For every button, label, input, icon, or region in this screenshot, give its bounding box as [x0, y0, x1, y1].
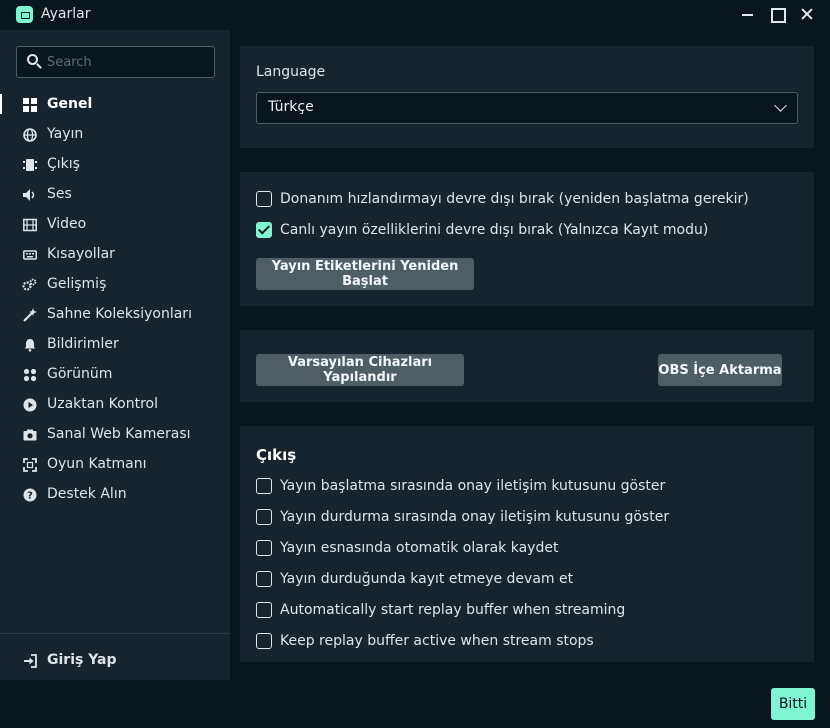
- sidebar-item-scene-collections[interactable]: Sahne Koleksiyonları: [0, 299, 230, 329]
- output-option[interactable]: Automatically start replay buffer when s…: [256, 600, 625, 620]
- language-select-value: Türkçe: [268, 99, 314, 115]
- output-option-checkbox[interactable]: [256, 540, 272, 556]
- chevron-down-icon: [774, 99, 787, 112]
- sidebar-item-output[interactable]: Çıkış: [0, 149, 230, 179]
- sidebar-item-label: Çıkış: [47, 156, 80, 172]
- sidebar-item-label: Genel: [47, 96, 93, 112]
- language-section: Language Türkçe: [240, 46, 814, 148]
- output-option-label: Keep replay buffer active when stream st…: [280, 633, 594, 649]
- sidebar-divider: [0, 633, 230, 634]
- sidebar: Genel Yayın Çıkış Ses Video: [0, 30, 230, 680]
- language-label: Language: [256, 64, 326, 80]
- output-section: Çıkış Yayın başlatma sırasında onay ilet…: [240, 426, 814, 662]
- output-option-label: Automatically start replay buffer when s…: [280, 602, 626, 618]
- keyboard-icon: [22, 247, 37, 262]
- output-option[interactable]: Yayın başlatma sırasında onay iletişim k…: [256, 476, 665, 496]
- disable-hw-accel-checkbox[interactable]: [256, 191, 272, 207]
- output-option-checkbox[interactable]: [256, 633, 272, 649]
- output-option-checkbox[interactable]: [256, 602, 272, 618]
- globe-icon: [22, 127, 37, 142]
- sign-in-icon: [22, 653, 37, 668]
- disable-hw-accel-option[interactable]: Donanım hızlandırmayı devre dışı bırak (…: [256, 189, 749, 209]
- sidebar-item-label: Sanal Web Kamerası: [47, 426, 191, 442]
- disable-live-features-checkbox[interactable]: [256, 222, 272, 238]
- play-circle-icon: [22, 397, 37, 412]
- sidebar-item-hotkeys[interactable]: Kısayollar: [0, 239, 230, 269]
- output-option[interactable]: Yayın durdurma sırasında onay iletişim k…: [256, 507, 669, 527]
- sidebar-item-label: Oyun Katmanı: [47, 456, 147, 472]
- sidebar-item-label: Kısayollar: [47, 246, 115, 262]
- svg-text:?: ?: [27, 490, 33, 501]
- sidebar-item-general[interactable]: Genel: [0, 89, 230, 119]
- output-option-checkbox[interactable]: [256, 571, 272, 587]
- configure-default-devices-button[interactable]: Varsayılan Cihazları Yapılandır: [256, 354, 464, 386]
- sidebar-item-label: Görünüm: [47, 366, 113, 382]
- disable-live-features-label: Canlı yayın özelliklerini devre dışı bır…: [280, 222, 709, 238]
- sidebar-item-virtual-webcam[interactable]: Sanal Web Kamerası: [0, 419, 230, 449]
- sidebar-item-label: Ses: [47, 186, 72, 202]
- gears-icon: [22, 277, 37, 292]
- bell-icon: [22, 337, 37, 352]
- sidebar-item-label: Gelişmiş: [47, 276, 107, 292]
- output-option-label: Yayın durduğunda kayıt etmeye devam et: [280, 571, 574, 587]
- restart-stream-labels-button[interactable]: Yayın Etiketlerini Yeniden Başlat: [256, 258, 474, 290]
- palette-icon: [22, 367, 37, 382]
- speaker-icon: [22, 187, 37, 202]
- sidebar-item-get-support[interactable]: ? Destek Alın: [0, 479, 230, 509]
- output-option-label: Yayın durdurma sırasında onay iletişim k…: [280, 509, 670, 525]
- sidebar-item-video[interactable]: Video: [0, 209, 230, 239]
- search-box[interactable]: [16, 46, 215, 78]
- settings-nav: Genel Yayın Çıkış Ses Video Kısayollar G…: [0, 89, 230, 509]
- sidebar-item-notifications[interactable]: Bildirimler: [0, 329, 230, 359]
- search-icon: [27, 54, 43, 70]
- expand-icon: [22, 457, 37, 472]
- disable-hw-accel-label: Donanım hızlandırmayı devre dışı bırak (…: [280, 191, 749, 207]
- language-select[interactable]: Türkçe: [256, 92, 798, 124]
- film-icon: [22, 217, 37, 232]
- camera-icon: [22, 427, 37, 442]
- maximize-button[interactable]: [766, 3, 788, 25]
- sidebar-item-label: Bildirimler: [47, 336, 119, 352]
- output-option[interactable]: Keep replay buffer active when stream st…: [256, 631, 594, 651]
- sidebar-item-stream[interactable]: Yayın: [0, 119, 230, 149]
- sidebar-item-label: Video: [47, 216, 87, 232]
- login-label: Giriş Yap: [47, 652, 117, 668]
- close-button[interactable]: [796, 3, 818, 25]
- output-option-checkbox[interactable]: [256, 478, 272, 494]
- done-button[interactable]: Bitti: [771, 688, 815, 720]
- search-input[interactable]: [47, 52, 207, 72]
- minimize-button[interactable]: [737, 3, 759, 25]
- disable-live-features-option[interactable]: Canlı yayın özelliklerini devre dışı bır…: [256, 220, 708, 240]
- magic-wand-icon: [22, 307, 37, 322]
- window-title: Ayarlar: [41, 6, 91, 22]
- sidebar-item-label: Uzaktan Kontrol: [47, 396, 158, 412]
- sidebar-item-advanced[interactable]: Gelişmiş: [0, 269, 230, 299]
- output-option[interactable]: Yayın durduğunda kayıt etmeye devam et: [256, 569, 573, 589]
- obs-import-button[interactable]: OBS İçe Aktarma: [658, 354, 782, 386]
- sidebar-item-label: Destek Alın: [47, 486, 127, 502]
- login-button[interactable]: Giriş Yap: [0, 645, 230, 675]
- sidebar-item-label: Sahne Koleksiyonları: [47, 306, 192, 322]
- output-option-label: Yayın başlatma sırasında onay iletişim k…: [280, 478, 666, 494]
- sidebar-item-game-overlay[interactable]: Oyun Katmanı: [0, 449, 230, 479]
- output-option-label: Yayın esnasında otomatik olarak kaydet: [280, 540, 559, 556]
- dashboard-icon: [22, 97, 37, 112]
- hardware-section: Donanım hızlandırmayı devre dışı bırak (…: [240, 172, 814, 306]
- title-bar: Ayarlar: [0, 0, 830, 30]
- output-icon: [22, 157, 37, 172]
- output-section-title: Çıkış: [256, 446, 297, 464]
- sidebar-item-label: Yayın: [47, 126, 84, 142]
- app-logo-icon: [16, 6, 33, 23]
- footer: Bitti: [0, 680, 830, 728]
- sidebar-item-audio[interactable]: Ses: [0, 179, 230, 209]
- question-circle-icon: ?: [22, 487, 37, 502]
- sidebar-item-remote-control[interactable]: Uzaktan Kontrol: [0, 389, 230, 419]
- output-option[interactable]: Yayın esnasında otomatik olarak kaydet: [256, 538, 558, 558]
- scrollbar[interactable]: [822, 30, 830, 680]
- sidebar-item-appearance[interactable]: Görünüm: [0, 359, 230, 389]
- devices-section: Varsayılan Cihazları Yapılandır OBS İçe …: [240, 330, 814, 402]
- settings-content: Language Türkçe Donanım hızlandırmayı de…: [230, 30, 830, 680]
- output-option-checkbox[interactable]: [256, 509, 272, 525]
